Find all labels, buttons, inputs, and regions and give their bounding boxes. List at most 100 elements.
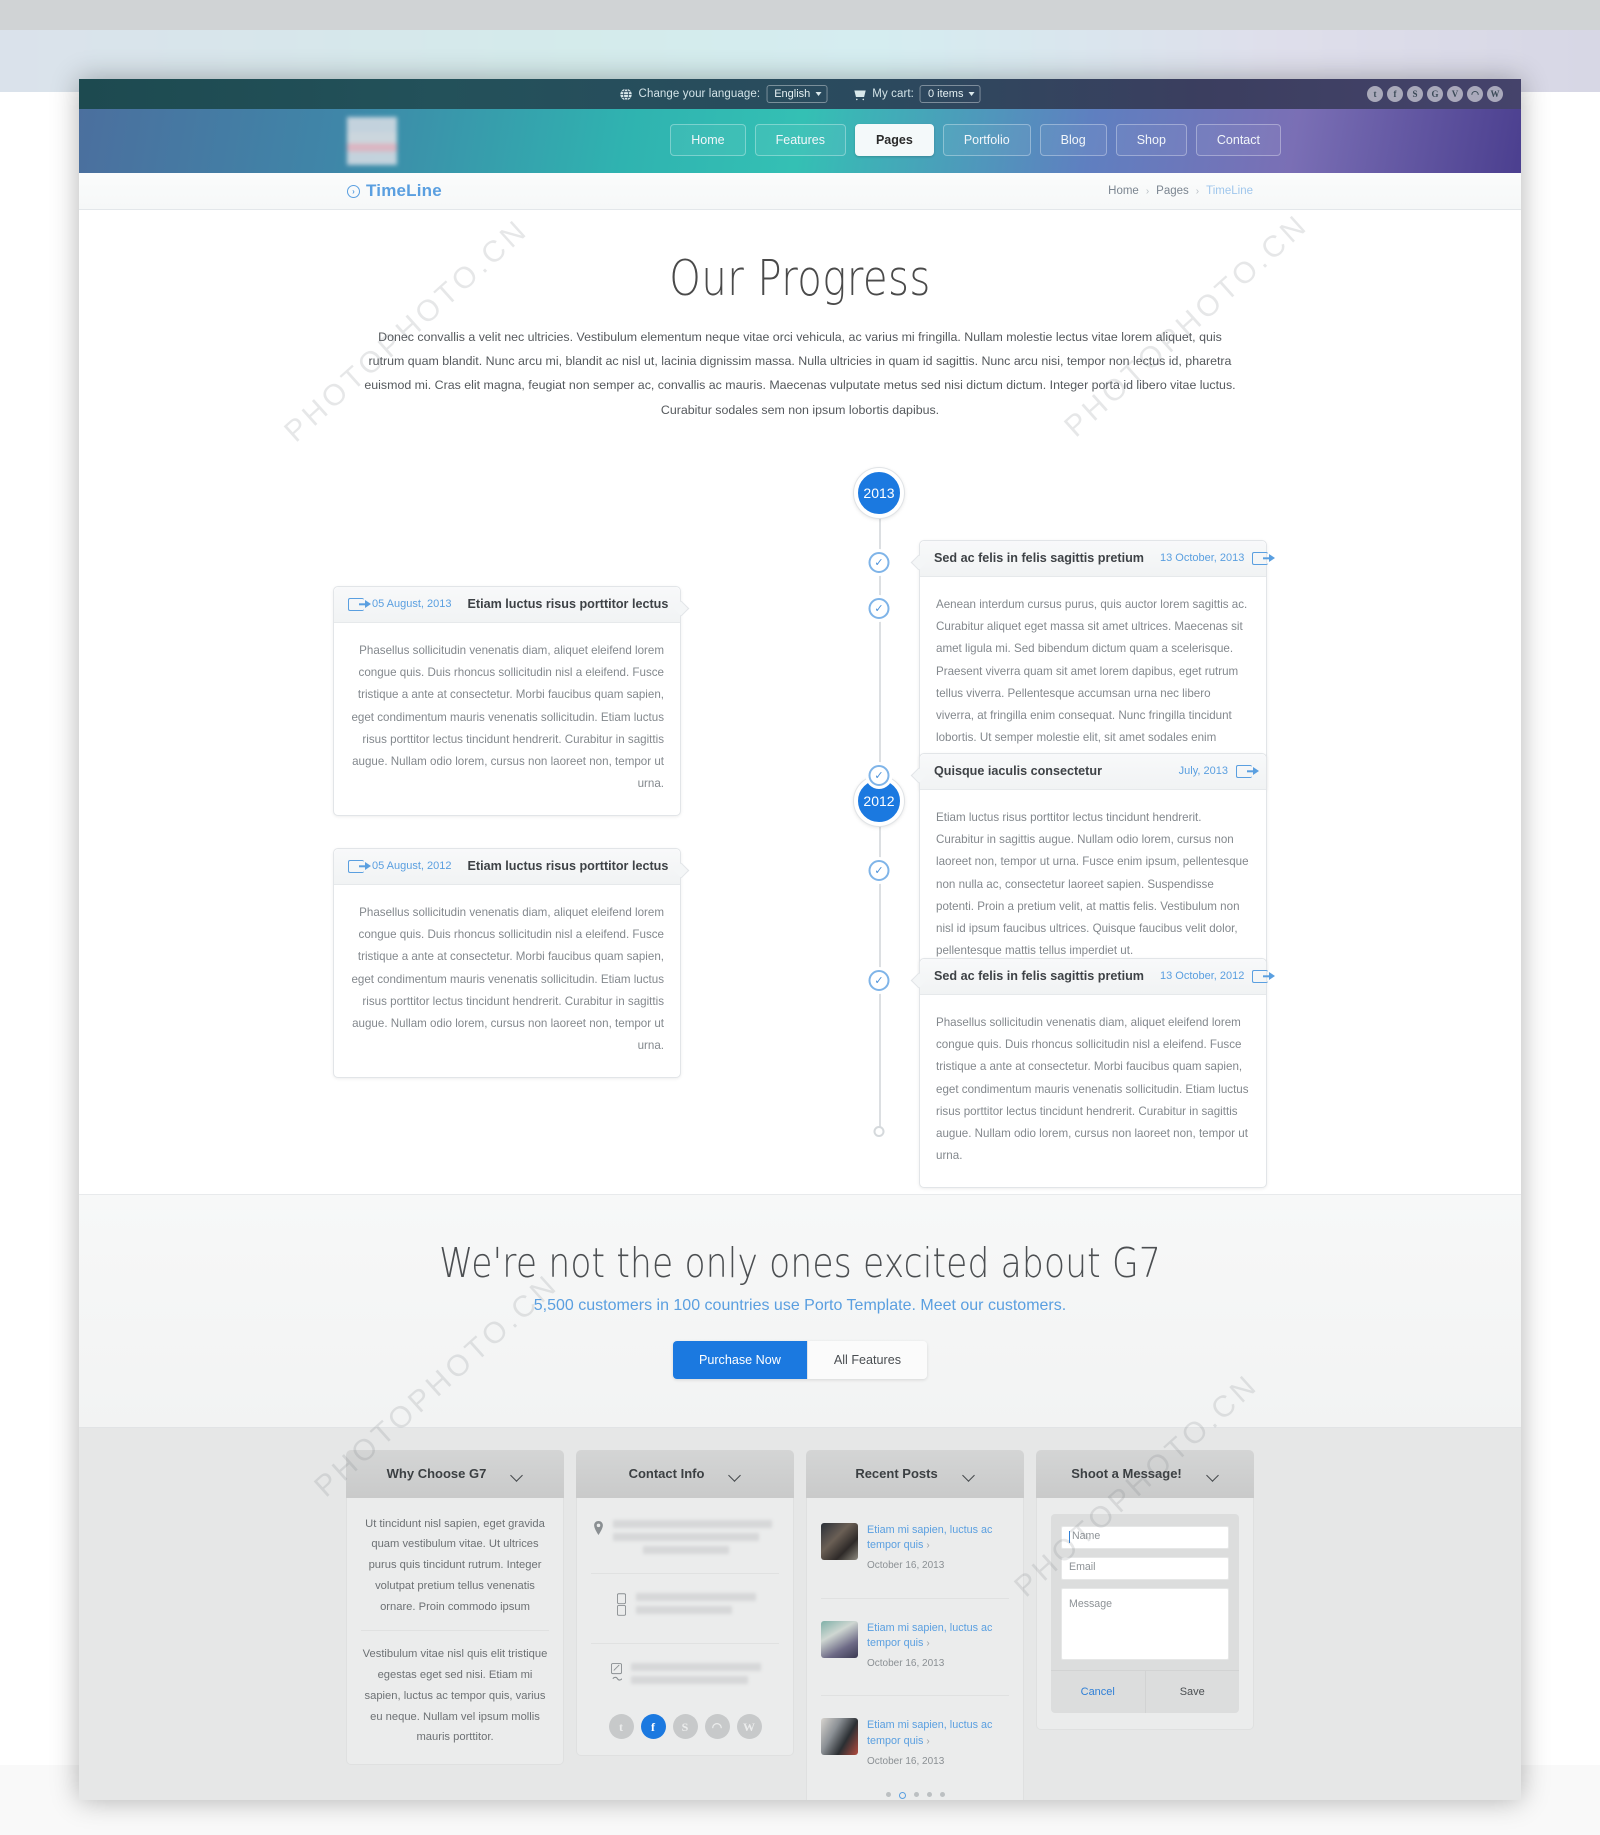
external-link-icon[interactable] [1236, 764, 1252, 778]
timeline-card-date: 13 October, 2013 [1159, 552, 1245, 565]
page-title: Our Progress [669, 250, 931, 307]
facebook-icon[interactable]: f [1387, 86, 1403, 102]
carousel-dot[interactable] [926, 1792, 932, 1798]
nav-item-blog[interactable]: Blog [1039, 124, 1107, 156]
chevron-down-icon[interactable] [1208, 1471, 1219, 1477]
skype-icon[interactable]: S [672, 1714, 698, 1740]
widget-header-shoot-message[interactable]: Shoot a Message! [1036, 1449, 1254, 1498]
external-link-icon[interactable] [348, 859, 364, 873]
mobile-phone-icon [614, 1593, 628, 1624]
timeline-card-header: Sed ac felis in felis sagittis pretium 13… [920, 958, 1269, 995]
rss-icon[interactable]: ◠ [704, 1714, 730, 1740]
timeline-card-title: Etiam luctus risus porttitor lectus [467, 597, 669, 612]
timeline-card-date: 13 October, 2012 [1159, 970, 1245, 983]
timeline-card-title: Sed ac felis in felis sagittis pretium [934, 969, 1144, 984]
chevron-down-icon [815, 92, 822, 96]
external-link-icon[interactable] [1252, 969, 1269, 983]
timeline-card: Quisque iaculis consectetur July, 2013 Eti… [910, 752, 1267, 983]
message-field[interactable]: Message [1061, 1587, 1229, 1660]
widget-header-contact-info[interactable]: Contact Info [576, 1449, 794, 1498]
timeline-card-header: Quisque iaculis consectetur July, 2013 [920, 753, 1266, 790]
save-button[interactable]: Save [1146, 1671, 1240, 1713]
breadcrumb-current: TimeLine [1206, 185, 1253, 197]
widget-title: Contact Info [628, 1466, 705, 1482]
footer-widget-recent-posts: Recent Posts Etiam mi sapien, luctus ac … [806, 1449, 1024, 1800]
recent-post-date: October 16, 2013 [867, 1657, 945, 1669]
recent-post-item[interactable]: Etiam mi sapien, luctus ac tempor quis ›… [821, 1709, 1009, 1780]
chevron-right-icon: › [926, 1735, 930, 1747]
purchase-now-button[interactable]: Purchase Now [672, 1340, 807, 1379]
name-field[interactable]: Name [1061, 1525, 1229, 1549]
carousel-dot[interactable] [898, 1792, 906, 1800]
timeline-year-2013: 2013 [854, 467, 904, 518]
cancel-button[interactable]: Cancel [1051, 1670, 1146, 1714]
nav-item-contact[interactable]: Contact [1195, 124, 1281, 156]
chevron-down-icon[interactable] [730, 1471, 741, 1477]
twitter-icon[interactable]: t [1367, 86, 1383, 102]
recent-post-title[interactable]: Etiam mi sapien, luctus ac tempor quis › [867, 1523, 1009, 1554]
chevron-down-icon[interactable] [964, 1471, 975, 1477]
recent-post-text: Etiam mi sapien, luctus ac tempor quis ›… [867, 1718, 1009, 1771]
widget-header-why-choose[interactable]: Why Choose G7 [346, 1449, 564, 1498]
recent-post-item[interactable]: Etiam mi sapien, luctus ac tempor quis ›… [821, 1612, 1009, 1683]
timeline-card: 05 August, 2013 Etiam luctus risus portti… [333, 585, 690, 816]
wordpress-icon[interactable]: W [1487, 86, 1503, 102]
timeline-check-icon: ✓ [868, 597, 890, 619]
language-switcher[interactable]: Change your language: English [620, 84, 828, 104]
wordpress-icon[interactable]: W [736, 1714, 762, 1740]
nav-item-shop[interactable]: Shop [1115, 124, 1187, 156]
chevron-down-icon[interactable] [512, 1471, 523, 1477]
language-select[interactable]: English [766, 84, 828, 104]
message-form-actions: Cancel Save [1051, 1669, 1240, 1714]
top-utility-bar: Change your language: English My cart: 0… [79, 79, 1521, 109]
rss-icon[interactable]: ◠ [1467, 86, 1483, 102]
nav-item-pages[interactable]: Pages [854, 124, 934, 156]
cta-button-group: Purchase Now All Features [672, 1340, 928, 1379]
skype-icon[interactable]: S [1407, 86, 1423, 102]
recent-post-date: October 16, 2013 [867, 1755, 945, 1767]
email-field[interactable]: Email [1061, 1556, 1229, 1580]
site-footer: Why Choose G7 Ut tincidunt nisl sapien, … [79, 1427, 1521, 1800]
breadcrumb-home[interactable]: Home [1108, 185, 1139, 197]
breadcrumb-separator-icon: › [1145, 185, 1150, 197]
site-logo[interactable] [347, 117, 397, 165]
timeline: 2013 2012 Sed ac felis in felis sagittis p… [79, 448, 1521, 1188]
twitter-icon[interactable]: t [608, 1714, 634, 1740]
vimeo-icon[interactable]: V [1447, 86, 1463, 102]
cart-items-select[interactable]: 0 items [919, 84, 981, 104]
ghost-topbar [0, 0, 1600, 30]
timeline-card-date: 05 August, 2013 [372, 598, 452, 611]
page-title-breadcrumb: › TimeLine [347, 181, 442, 201]
timeline-card-body: Phasellus sollicitudin venenatis diam, a… [936, 1015, 1249, 1163]
cta-subheading[interactable]: 5,500 customers in 100 countries use Por… [79, 1297, 1521, 1315]
nav-item-portfolio[interactable]: Portfolio [942, 124, 1031, 156]
carousel-dot[interactable] [885, 1792, 891, 1798]
facebook-icon[interactable]: f [640, 1714, 666, 1740]
widget-title: Why Choose G7 [386, 1466, 487, 1482]
cart-widget[interactable]: My cart: 0 items [853, 84, 981, 104]
chevron-right-circle-icon: › [347, 184, 360, 198]
chevron-down-icon [968, 92, 975, 96]
nav-item-features[interactable]: Features [754, 124, 846, 156]
recent-post-thumbnail [821, 1718, 858, 1756]
nav-item-home[interactable]: Home [670, 124, 746, 156]
cta-section: We're not the only ones excited about G7… [79, 1193, 1521, 1428]
recent-post-title[interactable]: Etiam mi sapien, luctus ac tempor quis › [867, 1621, 1009, 1652]
widget-header-recent-posts[interactable]: Recent Posts [806, 1449, 1024, 1498]
external-link-icon[interactable] [348, 597, 364, 611]
widget-body-why-choose: Ut tincidunt nisl sapien, eget gravida q… [346, 1497, 564, 1765]
carousel-dot[interactable] [913, 1792, 919, 1798]
breadcrumb-pages[interactable]: Pages [1156, 185, 1189, 197]
timeline-check-icon: ✓ [868, 551, 890, 573]
recent-post-title[interactable]: Etiam mi sapien, luctus ac tempor quis › [867, 1718, 1009, 1749]
timeline-card-header: 05 August, 2012 Etiam luctus risus portti… [334, 848, 680, 885]
browser-page: Change your language: English My cart: 0… [79, 79, 1521, 1800]
email-field-placeholder: Email [1069, 1561, 1096, 1574]
carousel-dot[interactable] [939, 1792, 945, 1798]
recent-post-item[interactable]: Etiam mi sapien, luctus ac tempor quis ›… [821, 1514, 1009, 1585]
footer-widget-row: Why Choose G7 Ut tincidunt nisl sapien, … [79, 1449, 1521, 1800]
all-features-button[interactable]: All Features [806, 1340, 928, 1379]
external-link-icon[interactable] [1252, 551, 1269, 565]
google-icon[interactable]: G [1427, 86, 1443, 102]
carousel-pagination [821, 1792, 1009, 1800]
